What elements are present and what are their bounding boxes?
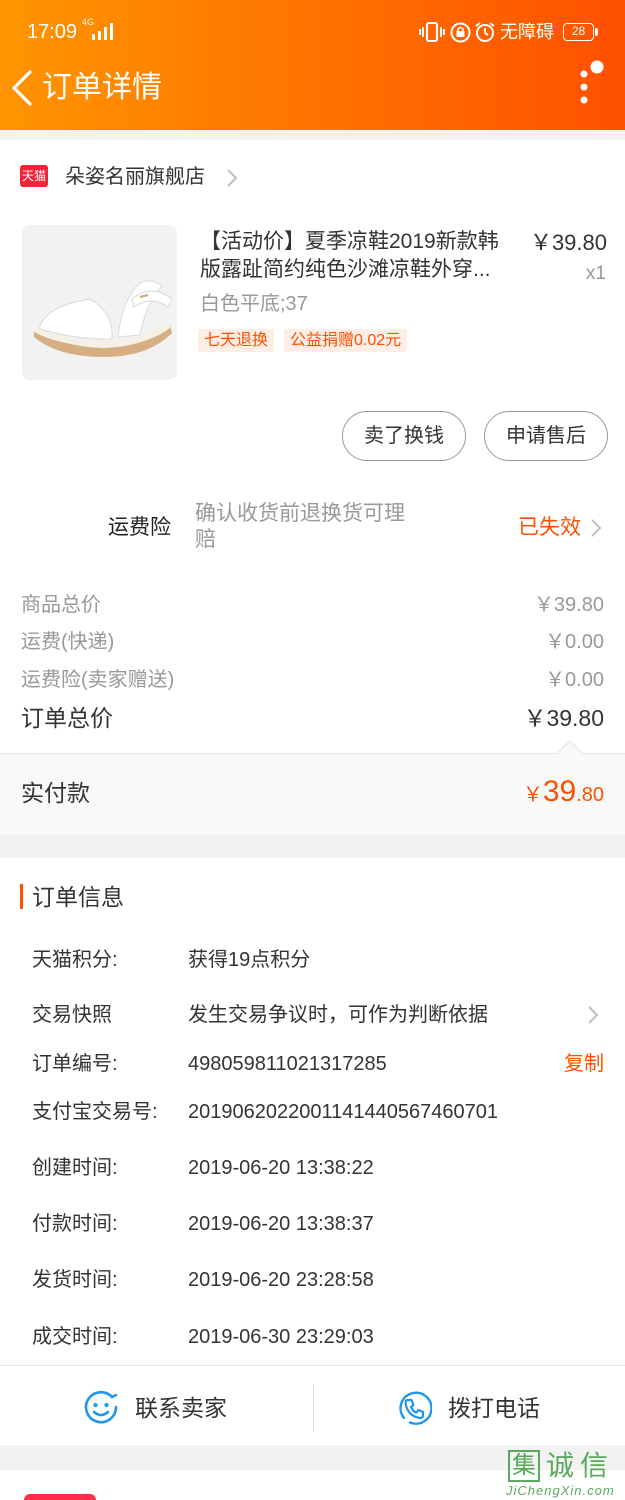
insurance-description: 确认收货前退换货可理赔 xyxy=(195,502,405,551)
insurance-status[interactable]: 已失效 xyxy=(518,515,581,541)
copy-button[interactable]: 复制 xyxy=(564,1051,604,1077)
insurance-label: 运费险 xyxy=(108,516,171,539)
paid-amount-label: 实付款 xyxy=(21,780,90,806)
points-value: 获得19点积分 xyxy=(188,949,311,971)
page-title: 订单详情 xyxy=(42,71,162,104)
sandal-image xyxy=(34,280,173,357)
created-time-value: 2019-06-20 13:38:22 xyxy=(188,1157,374,1179)
created-time-label: 创建时间: xyxy=(32,1157,118,1179)
alarm-icon xyxy=(475,22,495,42)
completed-time-value: 2019-06-30 23:29:03 xyxy=(188,1326,374,1348)
product-title[interactable]: 【活动价】夏季凉鞋2019新款韩版露趾简约纯色沙滩凉鞋外穿... xyxy=(200,228,518,284)
goods-total-value: ￥39.80 xyxy=(533,594,604,616)
amount-decimal: .80 xyxy=(576,784,604,806)
shipping-fee-value: ￥0.00 xyxy=(545,631,604,653)
product-quantity: x1 xyxy=(585,263,606,284)
section-accent-bar xyxy=(20,884,23,909)
tag-seven-day-return: 七天退换 xyxy=(198,329,275,352)
order-info-title: 订单信息 xyxy=(32,884,124,910)
insurance-fee-label: 运费险(卖家赠送) xyxy=(21,669,175,691)
snapshot-value: 发生交易争议时，可作为判断依据 xyxy=(188,1004,488,1026)
back-button[interactable] xyxy=(8,66,36,110)
tag-charity: 公益捐赠0.02元 xyxy=(284,329,408,352)
product-image[interactable] xyxy=(22,225,177,380)
store-name[interactable]: 朵姿名丽旗舰店 xyxy=(65,165,205,189)
section-gap xyxy=(0,130,625,140)
notification-dot xyxy=(590,60,604,74)
paid-time-value: 2019-06-20 13:38:37 xyxy=(188,1213,374,1235)
shipped-time-value: 2019-06-20 23:28:58 xyxy=(188,1269,374,1291)
paid-time-label: 付款时间: xyxy=(32,1213,118,1235)
shipping-fee-label: 运费(快递) xyxy=(21,631,115,653)
chat-smiley-icon xyxy=(84,1390,118,1424)
battery-nub xyxy=(595,28,598,36)
contact-seller-label[interactable]: 联系卖家 xyxy=(135,1394,227,1422)
watermark-logo-text: 诚信 xyxy=(546,1450,615,1481)
call-label[interactable]: 拨打电话 xyxy=(448,1394,540,1422)
amount-integer: 39 xyxy=(542,775,577,808)
product-price: ￥39.80 xyxy=(529,230,607,255)
more-button[interactable] xyxy=(576,58,608,108)
alipay-number-value: 2019062022001141440567460701 xyxy=(188,1101,498,1123)
chevron-left-icon xyxy=(12,70,32,106)
accessibility-label: 无障碍 xyxy=(500,22,554,42)
product-tags: 七天退换 公益捐赠0.02元 xyxy=(198,329,408,352)
vibrate-icon xyxy=(419,22,445,42)
order-number-value: 498059811021317285 xyxy=(188,1053,387,1075)
chevron-right-icon xyxy=(588,1006,599,1024)
insurance-fee-value: ￥0.00 xyxy=(545,669,604,691)
order-total-label: 订单总价 xyxy=(21,705,113,731)
battery-icon: 28 xyxy=(563,23,594,41)
paid-amount-value: ￥39.80 xyxy=(523,774,604,815)
resell-button[interactable]: 卖了换钱 xyxy=(342,411,466,461)
tmall-icon: 天猫 xyxy=(20,165,48,187)
signal-icon xyxy=(92,23,113,40)
alipay-number-label: 支付宝交易号: xyxy=(32,1101,158,1123)
section-gap xyxy=(0,835,625,858)
phone-icon xyxy=(399,1391,432,1425)
chevron-right-icon xyxy=(591,519,602,537)
completed-time-label: 成交时间: xyxy=(32,1326,118,1348)
snapshot-label: 交易快照 xyxy=(32,1004,112,1026)
points-label: 天猫积分: xyxy=(32,949,118,971)
lock-icon xyxy=(450,22,471,43)
watermark-logo: 集 xyxy=(508,1450,540,1482)
currency-symbol: ￥ xyxy=(522,784,543,806)
shipped-time-label: 发货时间: xyxy=(32,1269,118,1291)
order-number-label: 订单编号: xyxy=(32,1053,118,1075)
chevron-right-icon xyxy=(227,169,238,187)
watermark-site: JiChengXin.com xyxy=(506,1483,615,1498)
goods-total-label: 商品总价 xyxy=(21,594,101,616)
next-section-badge xyxy=(24,1494,96,1500)
pointer-notch xyxy=(558,740,582,754)
after-sale-button[interactable]: 申请售后 xyxy=(484,411,608,461)
order-total-value: ￥39.80 xyxy=(523,705,604,731)
product-sku: 白色平底;37 xyxy=(200,293,308,315)
more-vertical-icon xyxy=(580,70,588,104)
status-time: 17:09 xyxy=(27,21,78,43)
